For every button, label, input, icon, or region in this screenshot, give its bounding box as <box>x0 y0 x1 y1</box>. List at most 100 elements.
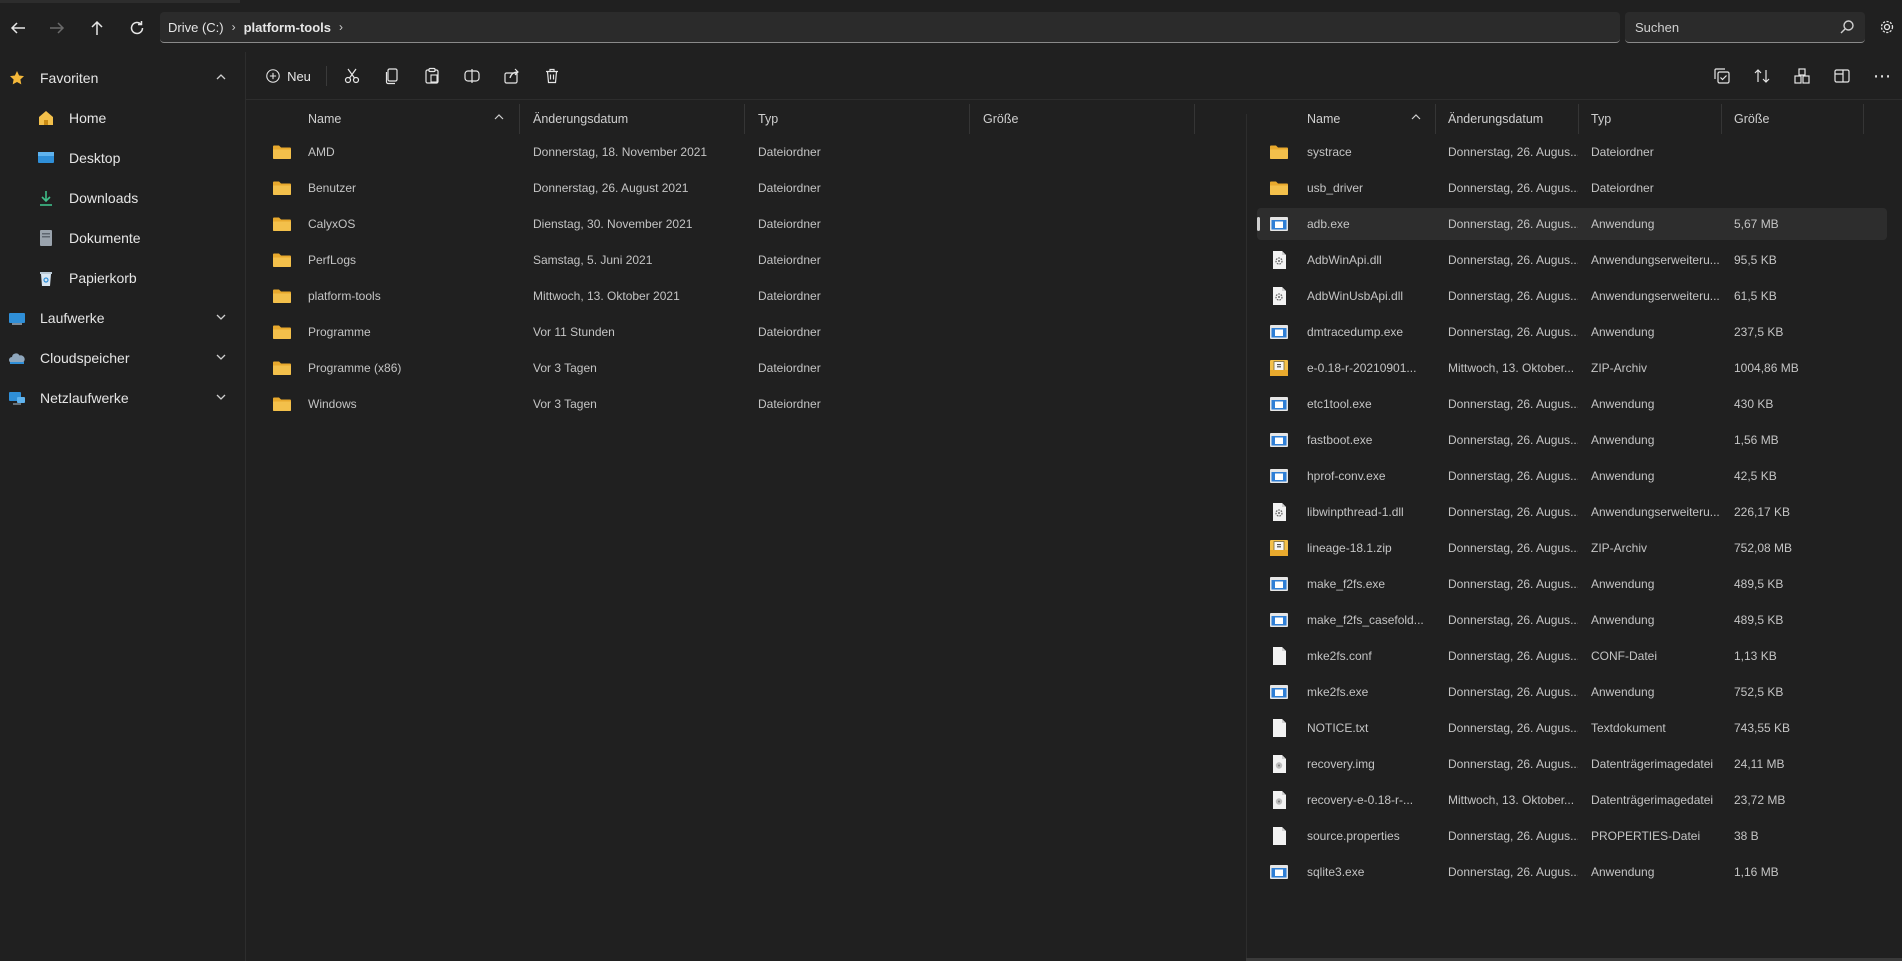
file-name: sqlite3.exe <box>1307 865 1365 879</box>
file-row[interactable]: hprof-conv.exe Donnerstag, 26. Augus... An… <box>1257 460 1887 492</box>
cut-button[interactable] <box>336 62 368 90</box>
breadcrumb-platform-tools[interactable]: platform-tools <box>244 20 331 35</box>
file-type: Anwendung <box>1591 325 1655 339</box>
column-divider[interactable] <box>1863 104 1864 134</box>
sidebar-section-laufwerke[interactable]: Laufwerke <box>0 300 240 336</box>
file-row[interactable]: recovery.img Donnerstag, 26. Augus... Date… <box>1257 748 1887 780</box>
file-row[interactable]: source.properties Donnerstag, 26. Augus..… <box>1257 820 1887 852</box>
file-row[interactable]: Programme (x86) Vor 3 Tagen Dateiordner <box>256 352 1204 384</box>
file-name: Programme (x86) <box>308 361 402 375</box>
file-date: Mittwoch, 13. Oktober 2021 <box>533 289 680 303</box>
column-header-date[interactable]: Änderungsdatum <box>533 104 733 134</box>
file-row[interactable]: recovery-e-0.18-r-... Mittwoch, 13. Oktob… <box>1257 784 1887 816</box>
breadcrumb-drive[interactable]: Drive (C:) <box>168 20 224 35</box>
file-row[interactable]: mke2fs.exe Donnerstag, 26. Augus... Anwend… <box>1257 676 1887 708</box>
delete-button[interactable] <box>536 62 568 90</box>
gear-icon <box>1880 20 1894 34</box>
column-divider[interactable] <box>519 104 520 134</box>
column-header-date[interactable]: Änderungsdatum <box>1448 104 1578 134</box>
column-header-type[interactable]: Typ <box>1591 104 1721 134</box>
column-divider[interactable] <box>969 104 970 134</box>
search-input[interactable]: Suchen <box>1625 12 1865 43</box>
folder-icon <box>272 142 292 162</box>
sidebar-item-home[interactable]: Home <box>0 100 240 136</box>
file-row[interactable]: dmtracedump.exe Donnerstag, 26. Augus... A… <box>1257 316 1887 348</box>
file-row[interactable]: PerfLogs Samstag, 5. Juni 2021 Dateiordner <box>256 244 1204 276</box>
column-divider[interactable] <box>1578 104 1579 134</box>
column-header-name[interactable]: Name <box>308 104 508 134</box>
multiselect-button[interactable] <box>1706 62 1738 90</box>
file-row[interactable]: NOTICE.txt Donnerstag, 26. Augus... Textdo… <box>1257 712 1887 744</box>
file-row[interactable]: platform-tools Mittwoch, 13. Oktober 2021… <box>256 280 1204 312</box>
file-row[interactable]: mke2fs.conf Donnerstag, 26. Augus... CONF-… <box>1257 640 1887 672</box>
paste-button[interactable] <box>416 62 448 90</box>
sort-button[interactable] <box>1746 62 1778 90</box>
more-options-button[interactable]: ⋯ <box>1866 62 1898 90</box>
file-name: Windows <box>308 397 357 411</box>
file-row[interactable]: CalyxOS Dienstag, 30. November 2021 Dateio… <box>256 208 1204 240</box>
file-row[interactable]: sqlite3.exe Donnerstag, 26. Augus... Anwen… <box>1257 856 1887 888</box>
file-row[interactable]: make_f2fs.exe Donnerstag, 26. Augus... Anw… <box>1257 568 1887 600</box>
chevron-right-icon: › <box>231 20 236 34</box>
file-row[interactable]: AdbWinUsbApi.dll Donnerstag, 26. Augus...… <box>1257 280 1887 312</box>
column-divider[interactable] <box>744 104 745 134</box>
sidebar-item-desktop[interactable]: Desktop <box>0 140 240 176</box>
column-divider[interactable] <box>1194 104 1195 134</box>
command-toolbar: Neu ⋯ <box>246 52 1902 100</box>
file-date: Donnerstag, 26. August 2021 <box>533 181 689 195</box>
file-name: recovery.img <box>1307 757 1375 771</box>
address-bar[interactable]: Drive (C:) › platform-tools › <box>160 12 1620 43</box>
column-header-size[interactable]: Größe <box>983 104 1183 134</box>
new-button[interactable]: Neu <box>260 62 316 90</box>
sidebar-section-netzlaufwerke[interactable]: Netzlaufwerke <box>0 380 240 416</box>
file-row[interactable]: adb.exe Donnerstag, 26. Augus... Anwendung… <box>1257 208 1887 240</box>
back-button[interactable] <box>2 12 34 44</box>
file-row[interactable]: fastboot.exe Donnerstag, 26. Augus... Anwe… <box>1257 424 1887 456</box>
preview-pane-button[interactable] <box>1826 62 1858 90</box>
column-divider[interactable] <box>1435 104 1436 134</box>
up-button[interactable] <box>81 12 113 44</box>
star-icon <box>8 69 26 87</box>
copy-button[interactable] <box>376 62 408 90</box>
share-button[interactable] <box>496 62 528 90</box>
file-date: Donnerstag, 26. Augus... <box>1448 253 1578 267</box>
file-row[interactable]: make_f2fs_casefold... Donnerstag, 26. Aug… <box>1257 604 1887 636</box>
column-header-type[interactable]: Typ <box>758 104 958 134</box>
chevron-down-icon[interactable] <box>214 310 228 324</box>
file-row[interactable]: AMD Donnerstag, 18. November 2021 Dateiord… <box>256 136 1204 168</box>
file-row[interactable]: Programme Vor 11 Stunden Dateiordner <box>256 316 1204 348</box>
chevron-down-icon[interactable] <box>214 390 228 404</box>
file-type: Dateiordner <box>1591 145 1654 159</box>
sidebar-item-papierkorb[interactable]: Papierkorb <box>0 260 240 296</box>
file-row[interactable]: lineage-18.1.zip Donnerstag, 26. Augus...… <box>1257 532 1887 564</box>
sidebar-item-dokumente[interactable]: Dokumente <box>0 220 240 256</box>
clipboard-icon <box>425 67 439 84</box>
sidebar-favorites-header[interactable]: Favoriten <box>0 60 240 96</box>
column-header-name[interactable]: Name <box>1307 104 1427 134</box>
file-row[interactable]: systrace Donnerstag, 26. Augus... Dateiord… <box>1257 136 1887 168</box>
file-type: Datenträgerimagedatei <box>1591 793 1714 807</box>
drive-icon <box>8 309 26 327</box>
search-icon[interactable] <box>1839 19 1855 35</box>
file-name: adb.exe <box>1307 217 1350 231</box>
file-row[interactable]: AdbWinApi.dll Donnerstag, 26. Augus... Anw… <box>1257 244 1887 276</box>
chevron-down-icon[interactable] <box>214 350 228 364</box>
rename-button[interactable] <box>456 62 488 90</box>
file-row[interactable]: etc1tool.exe Donnerstag, 26. Augus... Anwe… <box>1257 388 1887 420</box>
chevron-up-icon[interactable] <box>214 70 228 84</box>
chevron-right-icon[interactable]: › <box>339 20 343 34</box>
title-bar: Drive (C:) › platform-tools › Suchen <box>0 0 1902 52</box>
file-row[interactable]: e-0.18-r-20210901... Mittwoch, 13. Oktobe… <box>1257 352 1887 384</box>
file-row[interactable]: usb_driver Donnerstag, 26. Augus... Dateio… <box>1257 172 1887 204</box>
file-row[interactable]: Windows Vor 3 Tagen Dateiordner <box>256 388 1204 420</box>
column-divider[interactable] <box>1721 104 1722 134</box>
settings-button[interactable] <box>1874 14 1900 40</box>
file-row[interactable]: Benutzer Donnerstag, 26. August 2021 Datei… <box>256 172 1204 204</box>
refresh-button[interactable] <box>121 12 153 44</box>
sidebar-section-cloudspeicher[interactable]: Cloudspeicher <box>0 340 240 376</box>
sidebar-item-downloads[interactable]: Downloads <box>0 180 240 216</box>
file-row[interactable]: libwinpthread-1.dll Donnerstag, 26. Augus… <box>1257 496 1887 528</box>
forward-button[interactable] <box>41 12 73 44</box>
column-header-size[interactable]: Größe <box>1734 104 1834 134</box>
layout-button[interactable] <box>1786 62 1818 90</box>
